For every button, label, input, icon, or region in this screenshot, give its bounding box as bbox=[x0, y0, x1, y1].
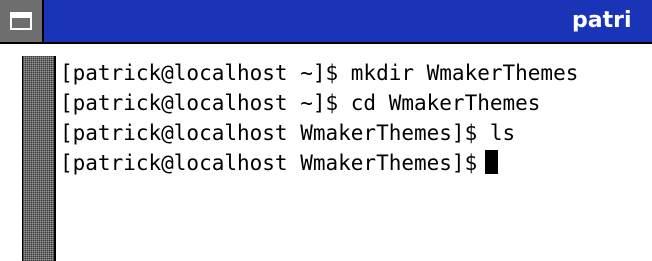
window-title: patri bbox=[572, 8, 632, 33]
text-cursor bbox=[485, 150, 499, 174]
terminal-line: [patrick@localhost ~]$ mkdir WmakerTheme… bbox=[60, 61, 579, 85]
window-menu-icon bbox=[10, 12, 32, 30]
scrollbar[interactable] bbox=[22, 56, 56, 261]
terminal-prompt: [patrick@localhost WmakerThemes]$ bbox=[60, 151, 478, 175]
terminal-prompt-line[interactable]: [patrick@localhost WmakerThemes]$ bbox=[60, 148, 648, 178]
terminal-output[interactable]: [patrick@localhost ~]$ mkdir WmakerTheme… bbox=[60, 58, 648, 258]
scrollbar-thumb[interactable] bbox=[23, 56, 54, 261]
window-menu-button[interactable] bbox=[0, 0, 44, 44]
terminal-window: patri [patrick@localhost ~]$ mkdir Wmake… bbox=[0, 0, 652, 261]
terminal-line: [patrick@localhost WmakerThemes]$ ls bbox=[60, 121, 516, 145]
title-bar[interactable]: patri bbox=[0, 0, 652, 44]
terminal-line: [patrick@localhost ~]$ cd WmakerThemes bbox=[60, 91, 541, 115]
